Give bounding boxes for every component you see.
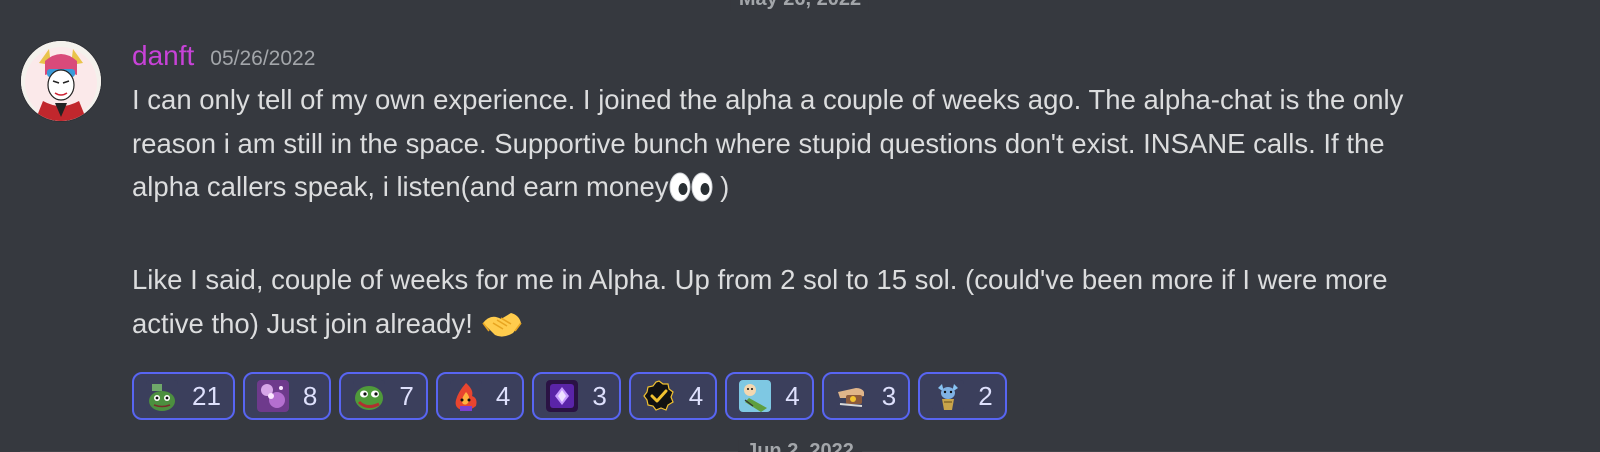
reaction-button[interactable]: 4	[628, 372, 718, 420]
timestamp[interactable]: 05/26/2022	[210, 47, 315, 71]
reaction-button[interactable]: 8	[242, 372, 332, 420]
reaction-button[interactable]: 2	[918, 372, 1007, 420]
reaction-button[interactable]: 4	[725, 372, 814, 420]
purple-glitter-icon	[256, 380, 289, 412]
avatar-image	[21, 41, 101, 121]
reaction-count: 4	[785, 380, 800, 411]
reaction-button[interactable]: 4	[435, 372, 525, 420]
message-line: active tho) Just join already!	[132, 302, 1562, 352]
avatar[interactable]	[20, 40, 102, 122]
message-line: I can only tell of my own experience. I …	[132, 84, 1404, 115]
cartoon-bag-icon	[739, 380, 772, 412]
reaction-button[interactable]: 7	[339, 372, 428, 420]
username[interactable]: danft	[132, 40, 194, 72]
date-divider-label: May 26, 2022	[730, 0, 870, 11]
verified-check-icon	[642, 380, 675, 412]
reaction-count: 3	[592, 380, 607, 411]
hand-money-icon	[835, 380, 868, 412]
reaction-count: 21	[192, 380, 221, 411]
message-line: alpha callers speak, i listen(and earn m…	[132, 165, 1562, 215]
date-divider-top: May 26, 2022	[0, 0, 1600, 11]
goblin-icon	[932, 380, 965, 412]
message-text: alpha callers speak, i listen(and earn m…	[132, 171, 669, 202]
message-text: active tho) Just join already!	[132, 307, 481, 339]
reaction-count: 2	[978, 380, 993, 411]
reaction-count: 4	[495, 380, 511, 411]
pepe-cash-icon	[146, 380, 178, 412]
date-divider-label: Jun 2, 2022	[738, 440, 862, 452]
reaction-button[interactable]: 21	[132, 372, 235, 420]
pepe-face-icon	[353, 380, 386, 412]
reaction-count: 7	[399, 380, 414, 411]
message-content: I can only tell of my own experience. I …	[132, 78, 1562, 351]
reaction-button[interactable]: 3	[532, 372, 621, 420]
eyes-icon	[669, 171, 713, 215]
handshake-icon	[481, 308, 523, 352]
date-divider-bottom: Jun 2, 2022	[0, 440, 1600, 452]
message-line: Like I said, couple of weeks for me in A…	[132, 264, 1388, 295]
message-line: reason i am still in the space. Supporti…	[132, 127, 1385, 159]
reaction-button[interactable]: 3	[821, 372, 911, 420]
purple-gem-icon	[546, 380, 579, 412]
reaction-count: 8	[302, 380, 318, 411]
reaction-count: 3	[881, 380, 897, 411]
chat-page: May 26, 2022 danft 05/26/2022 I can	[0, 0, 1600, 452]
message-header: danft 05/26/2022	[132, 40, 315, 74]
message-text: )	[712, 171, 730, 202]
reactions-bar: 21 8 7 4 3 4 4 3 2	[132, 372, 1007, 420]
flame-creature-icon	[449, 380, 482, 412]
reaction-count: 4	[688, 380, 704, 411]
